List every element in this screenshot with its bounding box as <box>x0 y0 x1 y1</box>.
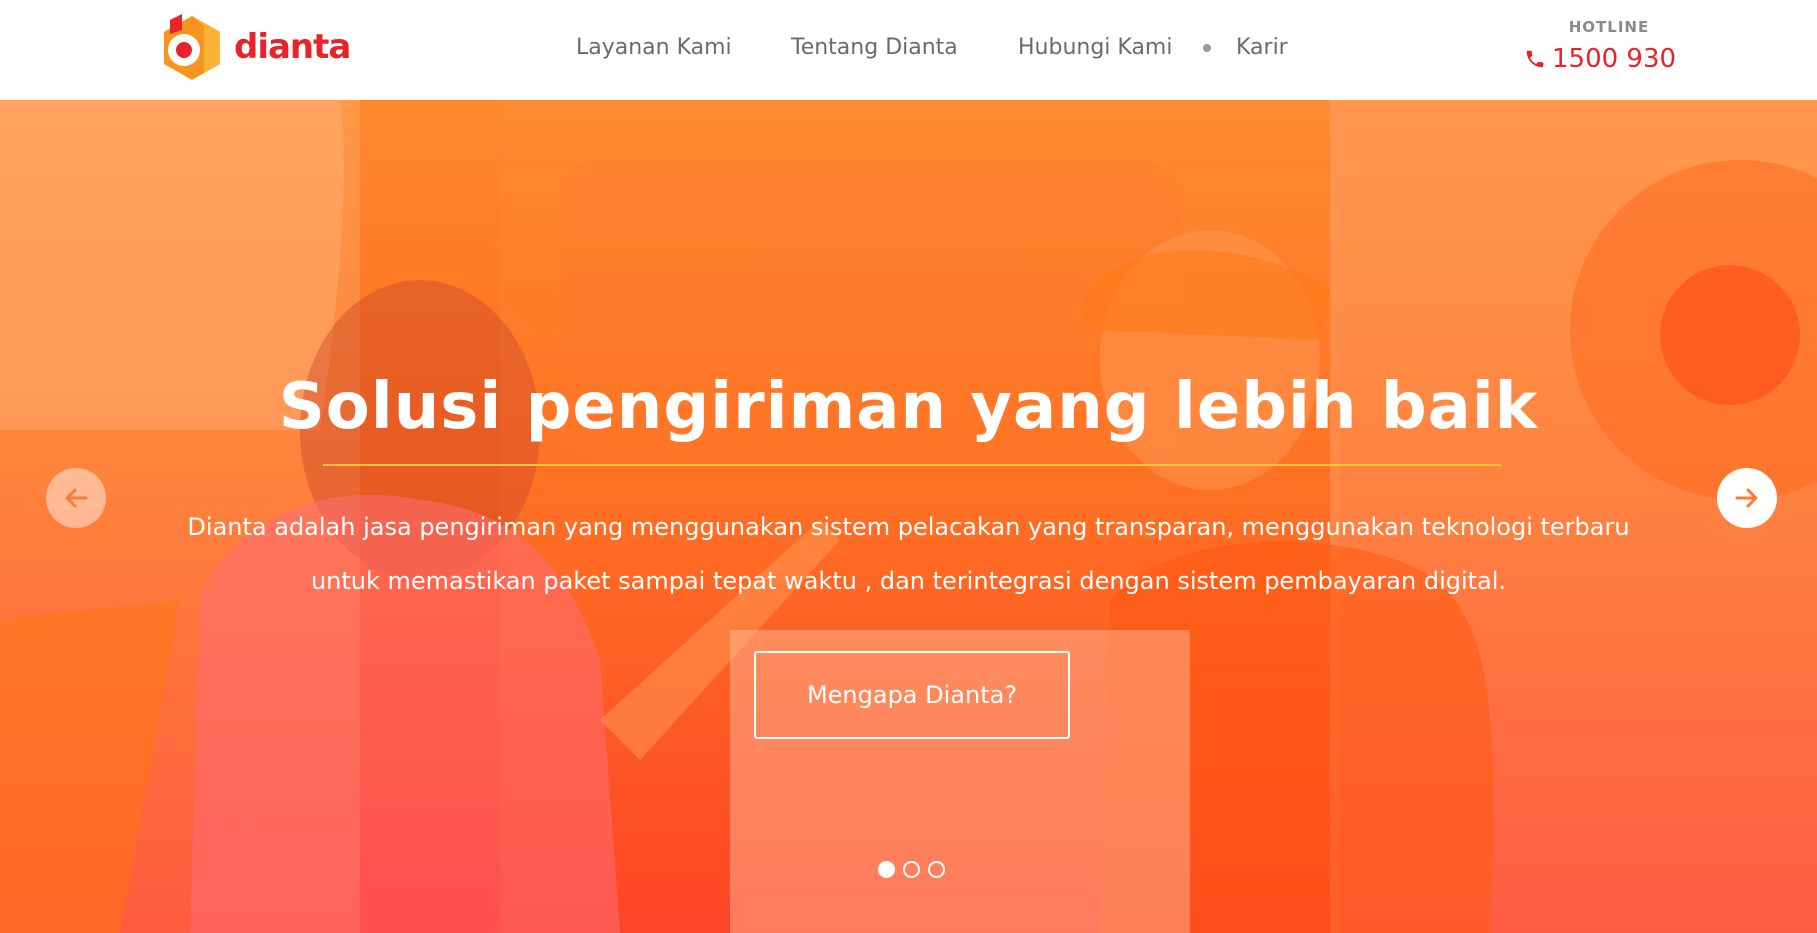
arrow-left-icon <box>65 488 88 508</box>
slider-next-button[interactable] <box>1717 468 1777 528</box>
slider-prev-button[interactable] <box>46 468 106 528</box>
slide-dot-1[interactable] <box>878 861 895 878</box>
nav-item-layanan-kami[interactable]: Layanan Kami <box>576 30 732 66</box>
hotline-label: HOTLINE <box>1568 18 1650 36</box>
nav-separator-dot <box>1203 44 1211 52</box>
slide-dot-3[interactable] <box>928 861 945 878</box>
mengapa-dianta-button[interactable]: Mengapa Dianta? <box>754 651 1070 739</box>
hotline-number: 1500 930 <box>1552 44 1677 74</box>
hero-slider: Solusi pengiriman yang lebih baik Dianta… <box>0 100 1817 933</box>
hero-title: Solusi pengiriman yang lebih baik <box>278 370 1539 444</box>
hotline-block: HOTLINE 1500 930 <box>1520 16 1676 80</box>
site-header: dianta Layanan Kami Tentang Dianta Hubun… <box>0 0 1817 100</box>
hero-description: Dianta adalah jasa pengiriman yang mengg… <box>140 500 1677 608</box>
nav-item-tentang-dianta[interactable]: Tentang Dianta <box>791 30 958 66</box>
phone-icon <box>1526 50 1544 68</box>
slide-dot-2[interactable] <box>903 861 920 878</box>
arrow-right-icon <box>1735 488 1758 508</box>
hero-description-line-1: Dianta adalah jasa pengiriman yang mengg… <box>187 513 1630 541</box>
title-underline <box>323 464 1501 466</box>
nav-item-hubungi-kami[interactable]: Hubungi Kami <box>1018 30 1172 66</box>
slider-pagination <box>878 861 945 878</box>
hero-description-line-2: untuk memastikan paket sampai tepat wakt… <box>310 567 1507 595</box>
hotline-number-link[interactable]: 1500 930 <box>1524 44 1676 74</box>
hero-content: Solusi pengiriman yang lebih baik Dianta… <box>0 100 1817 933</box>
nav-item-karir[interactable]: Karir <box>1236 30 1288 66</box>
